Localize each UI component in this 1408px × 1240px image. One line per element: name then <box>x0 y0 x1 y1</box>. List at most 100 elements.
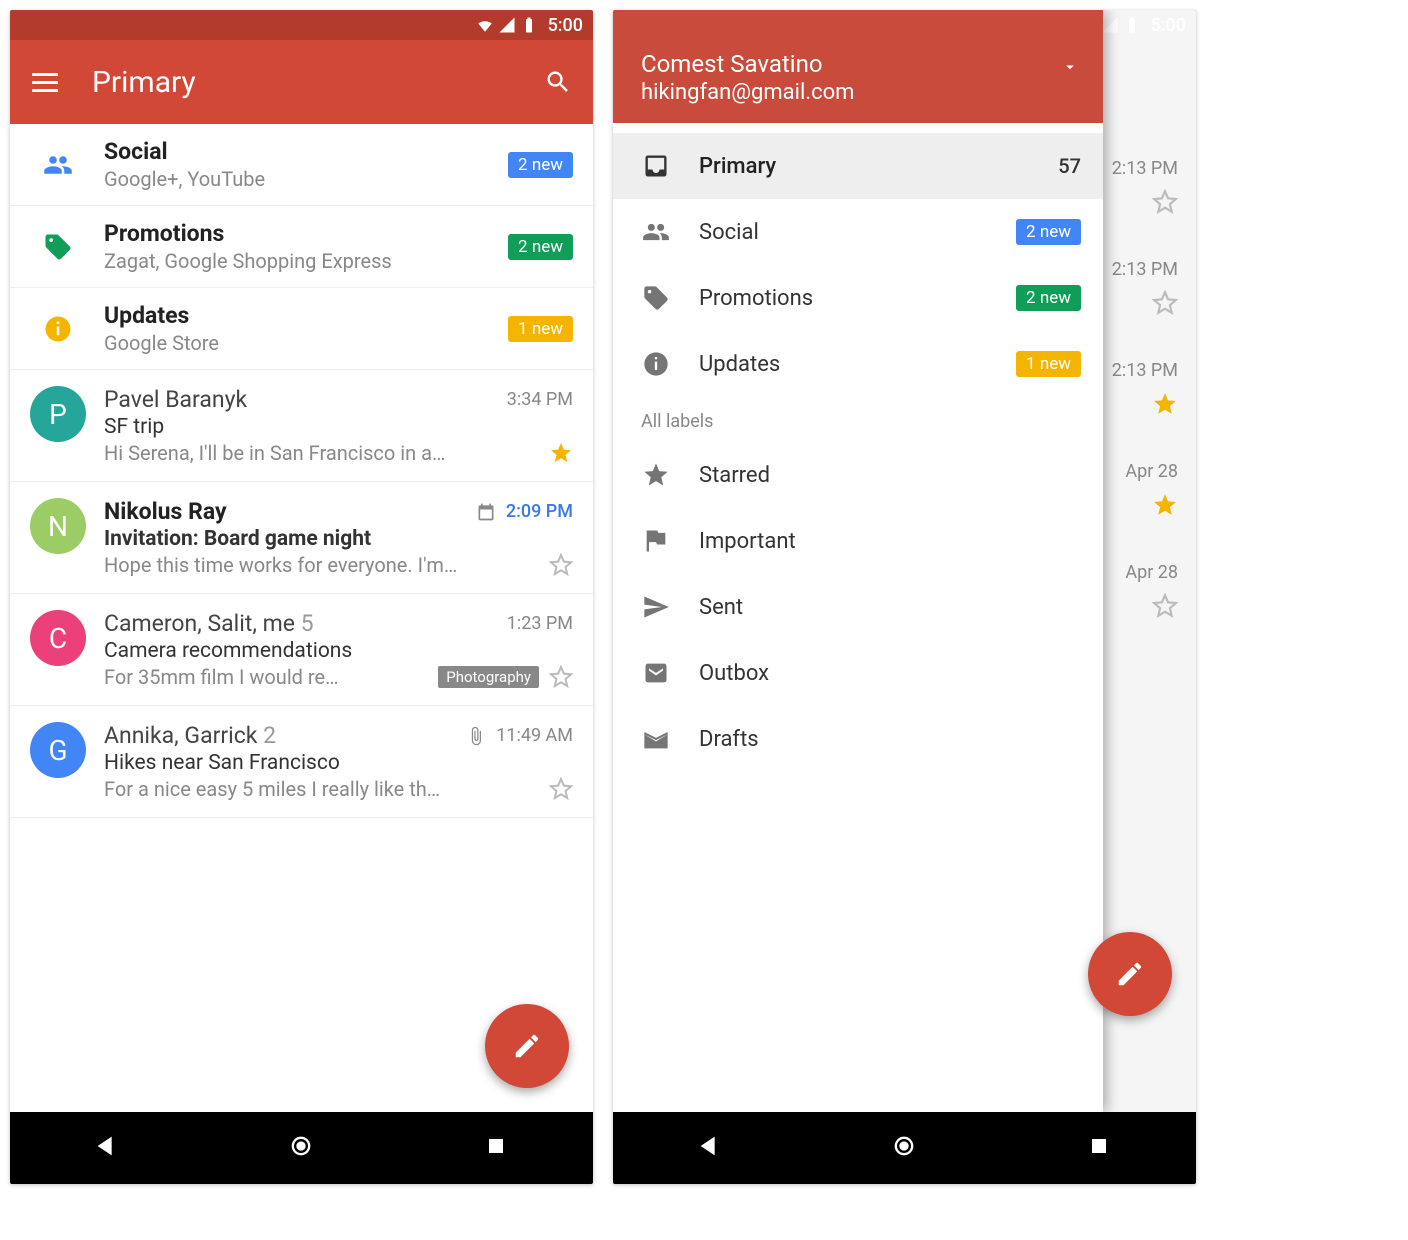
email-row[interactable]: G Annika, Garrick 2 11:49 AM Hikes near … <box>10 706 593 818</box>
phone-drawer: 2:13 PM 2:13 PM 2:13 PM Apr 28 Apr 28 <box>613 10 1196 1184</box>
email-subject: Hikes near San Francisco <box>104 751 573 775</box>
drawer-item-promotions[interactable]: Promotions 2 new <box>613 265 1103 331</box>
label-tag: Photography <box>438 666 539 688</box>
search-icon[interactable] <box>541 65 575 99</box>
promotions-icon <box>30 227 86 267</box>
send-icon <box>641 592 671 622</box>
email-snippet: For 35mm film I would re… <box>104 665 428 689</box>
outbox-icon <box>641 658 671 688</box>
drawer-item-updates[interactable]: Updates 1 new <box>613 331 1103 397</box>
email-timestamp: 1:23 PM <box>507 613 573 634</box>
phone-inbox: 5:00 Primary Social Google+, YouTube 2 n… <box>10 10 593 1184</box>
compose-fab[interactable] <box>1088 932 1172 1016</box>
drawer-item-drafts[interactable]: Drafts <box>613 706 1103 772</box>
promotions-icon <box>641 283 671 313</box>
new-badge: 2 new <box>508 152 573 178</box>
star-icon[interactable] <box>549 665 573 689</box>
sender-avatar[interactable]: G <box>30 722 86 778</box>
drawer-item-social[interactable]: Social 2 new <box>613 199 1103 265</box>
drawer-item-label: Sent <box>699 595 743 620</box>
toolbar-title: Primary <box>92 65 519 100</box>
drafts-icon <box>641 724 671 754</box>
status-time: 5:00 <box>1151 15 1186 36</box>
chevron-down-icon[interactable] <box>1061 58 1079 80</box>
home-icon[interactable] <box>890 1132 918 1164</box>
drawer-item-label: Important <box>699 529 796 554</box>
category-title: Updates <box>104 302 490 329</box>
back-icon[interactable] <box>93 1132 121 1164</box>
back-icon[interactable] <box>696 1132 724 1164</box>
star-icon[interactable] <box>1152 492 1178 518</box>
sender-name: Annika, Garrick 2 <box>104 722 456 749</box>
recents-icon[interactable] <box>1085 1132 1113 1164</box>
new-badge: 2 new <box>508 234 573 260</box>
drawer-item-label: Updates <box>699 352 780 377</box>
calendar-icon <box>476 502 496 522</box>
category-subtitle: Google Store <box>104 331 490 355</box>
drawer-item-inbox[interactable]: Primary 57 <box>613 133 1103 199</box>
drawer-account-header[interactable]: Comest Savatino hikingfan@gmail.com <box>613 10 1103 123</box>
drawer-item-label: Social <box>699 220 759 245</box>
email-timestamp: 2:13 PM <box>1112 360 1178 381</box>
category-subtitle: Google+, YouTube <box>104 167 490 191</box>
attachment-icon <box>466 726 486 746</box>
email-row[interactable]: N Nikolus Ray 2:09 PM Invitation: Board … <box>10 482 593 594</box>
sender-name: Pavel Baranyk <box>104 386 497 413</box>
compose-fab[interactable] <box>485 1004 569 1088</box>
sender-avatar[interactable]: N <box>30 498 86 554</box>
sender-avatar[interactable]: C <box>30 610 86 666</box>
category-row-updates[interactable]: Updates Google Store 1 new <box>10 288 593 370</box>
email-row[interactable]: C Cameron, Salit, me 5 1:23 PM Camera re… <box>10 594 593 706</box>
star-icon[interactable] <box>549 777 573 801</box>
email-timestamp: 2:09 PM <box>506 501 573 522</box>
star-icon[interactable] <box>549 553 573 577</box>
category-row-social[interactable]: Social Google+, YouTube 2 new <box>10 124 593 206</box>
battery-icon <box>520 16 538 34</box>
menu-icon[interactable] <box>28 65 62 99</box>
star-icon <box>641 460 671 490</box>
star-icon[interactable] <box>1152 189 1178 215</box>
star-icon[interactable] <box>549 441 573 465</box>
drawer-section-header: All labels <box>613 397 1103 442</box>
star-icon[interactable] <box>1152 290 1178 316</box>
drawer-item-label: Promotions <box>699 286 813 311</box>
drawer-item-label: Drafts <box>699 727 759 752</box>
sender-avatar[interactable]: P <box>30 386 86 442</box>
drawer-item-outbox[interactable]: Outbox <box>613 640 1103 706</box>
inbox-list[interactable]: Social Google+, YouTube 2 new Promotions… <box>10 124 593 1112</box>
signal-icon <box>1101 16 1119 34</box>
drawer-item-label: Primary <box>699 154 776 179</box>
email-snippet: Hope this time works for everyone. I'm… <box>104 553 539 577</box>
email-row[interactable]: P Pavel Baranyk 3:34 PM SF trip Hi Seren… <box>10 370 593 482</box>
drawer-item-flag[interactable]: Important <box>613 508 1103 574</box>
email-subject: SF trip <box>104 415 573 439</box>
status-bar: 5:00 <box>10 10 593 40</box>
status-time: 5:00 <box>548 15 583 36</box>
email-timestamp: 2:13 PM <box>1112 158 1178 179</box>
home-icon[interactable] <box>287 1132 315 1164</box>
android-navbar <box>10 1112 593 1184</box>
email-subject: Camera recommendations <box>104 639 573 663</box>
battery-icon <box>1123 16 1141 34</box>
recents-icon[interactable] <box>482 1132 510 1164</box>
updates-icon <box>641 349 671 379</box>
item-count: 57 <box>1058 154 1081 178</box>
drawer-item-label: Outbox <box>699 661 769 686</box>
category-row-promotions[interactable]: Promotions Zagat, Google Shopping Expres… <box>10 206 593 288</box>
sender-name: Nikolus Ray <box>104 498 466 525</box>
drawer-item-star[interactable]: Starred <box>613 442 1103 508</box>
updates-icon <box>30 309 86 349</box>
navigation-drawer: Comest Savatino hikingfan@gmail.com Prim… <box>613 10 1103 1112</box>
category-title: Social <box>104 138 490 165</box>
email-timestamp: 2:13 PM <box>1112 259 1178 280</box>
email-timestamp: 3:34 PM <box>507 389 573 410</box>
toolbar: Primary <box>10 40 593 124</box>
star-icon[interactable] <box>1152 391 1178 417</box>
drawer-item-send[interactable]: Sent <box>613 574 1103 640</box>
category-subtitle: Zagat, Google Shopping Express <box>104 249 490 273</box>
new-badge: 1 new <box>508 316 573 342</box>
social-icon <box>30 145 86 185</box>
star-icon[interactable] <box>1152 593 1178 619</box>
email-snippet: Hi Serena, I'll be in San Francisco in a… <box>104 441 539 465</box>
drawer-list: Primary 57 Social 2 new Promotions 2 new… <box>613 123 1103 1112</box>
